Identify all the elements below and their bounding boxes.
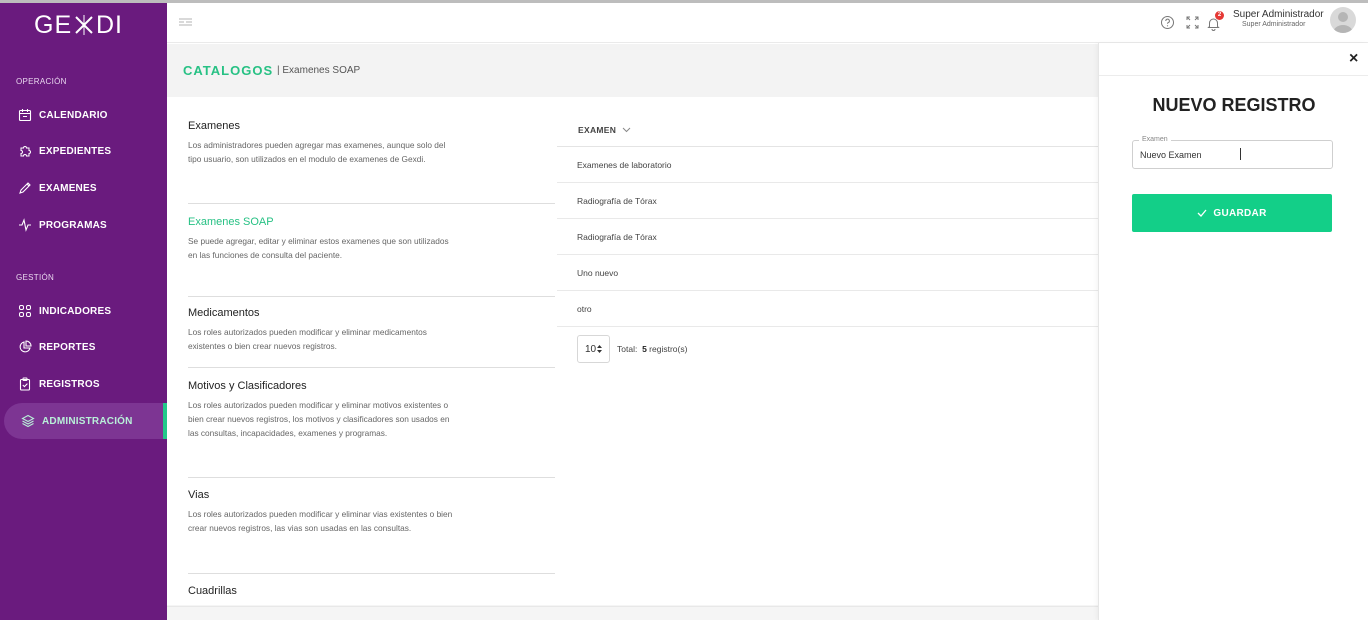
catalog-description: Los administradores pueden agregar mas e… bbox=[188, 140, 446, 164]
total-records: Total: 5 registro(s) bbox=[617, 344, 687, 354]
sidebar-item-calendario[interactable]: CALENDARIO bbox=[0, 97, 167, 133]
sidebar-item-label: REGISTROS bbox=[39, 378, 100, 390]
examen-input[interactable] bbox=[1140, 150, 1320, 160]
examen-field[interactable]: Examen bbox=[1132, 136, 1333, 169]
examen-field-label: Examen bbox=[1139, 136, 1171, 143]
table-row[interactable]: Uno nuevo bbox=[557, 255, 1098, 291]
catalog-item-examenes[interactable]: Examenes Los administradores pueden agre… bbox=[188, 97, 555, 204]
table-row[interactable]: Radiografía de Tórax bbox=[557, 219, 1098, 255]
chevron-down-icon bbox=[622, 127, 631, 133]
text-cursor bbox=[1240, 148, 1241, 160]
catalog-description: Los roles autorizados pueden modificar y… bbox=[188, 509, 453, 533]
avatar[interactable] bbox=[1330, 7, 1356, 33]
gexdi-logo-icon: GE DI bbox=[34, 11, 123, 39]
catalog-description: Los roles autorizados pueden modificar y… bbox=[188, 327, 427, 351]
clipboard-check-icon bbox=[19, 377, 31, 391]
table-row[interactable]: otro bbox=[557, 291, 1098, 327]
breadcrumb-current: | Examenes SOAP bbox=[277, 65, 361, 76]
sidebar-item-reportes[interactable]: REPORTES bbox=[0, 329, 167, 365]
table-row[interactable]: Examenes de laboratorio bbox=[557, 147, 1098, 183]
notification-badge: 2 bbox=[1215, 11, 1224, 20]
catalog-item-vias[interactable]: Vias Los roles autorizados pueden modifi… bbox=[188, 478, 555, 574]
save-button[interactable]: GUARDAR bbox=[1132, 194, 1332, 232]
new-record-drawer: × NUEVO REGISTRO Examen GUARDAR bbox=[1098, 43, 1368, 620]
user-name[interactable]: Super Administrador bbox=[1233, 9, 1324, 20]
user-avatar-icon bbox=[1333, 12, 1353, 33]
sidebar-item-examenes[interactable]: EXAMENES bbox=[0, 170, 167, 206]
column-header-examen[interactable]: EXAMEN bbox=[557, 114, 1098, 147]
page-size-value: 10 bbox=[584, 343, 597, 355]
catalog-title: Cuadrillas bbox=[188, 585, 237, 597]
page-size-select[interactable]: 10 bbox=[577, 335, 610, 363]
puzzle-icon bbox=[20, 146, 31, 157]
help-icon[interactable] bbox=[1160, 15, 1175, 30]
catalog-title: Motivos y Clasificadores bbox=[188, 380, 307, 392]
grid-icon bbox=[19, 305, 31, 317]
svg-text:DI: DI bbox=[96, 11, 123, 39]
catalog-item-medicamentos[interactable]: Medicamentos Los roles autorizados puede… bbox=[188, 297, 555, 368]
catalog-description: Se puede agregar, editar y eliminar esto… bbox=[188, 236, 449, 260]
catalog-item-examenes-soap[interactable]: Examenes SOAP Se puede agregar, editar y… bbox=[188, 204, 555, 297]
sidebar-item-label: REPORTES bbox=[39, 341, 96, 353]
breadcrumb-main[interactable]: CATALOGOS bbox=[183, 63, 273, 78]
fullscreen-icon[interactable] bbox=[1185, 15, 1200, 30]
main-content: CATALOGOS | Examenes SOAP Examenes Los a… bbox=[167, 44, 1098, 620]
bottom-strip bbox=[167, 606, 1098, 620]
calendar-icon bbox=[18, 109, 32, 122]
close-button[interactable]: × bbox=[1349, 51, 1358, 67]
total-label: Total: bbox=[617, 344, 638, 354]
sidebar: GE DI OPERACIÓN CALENDARIO EXPEDIENTES E… bbox=[0, 3, 167, 620]
check-icon bbox=[1197, 209, 1207, 217]
sort-arrows-icon bbox=[597, 345, 603, 353]
column-header-label: EXAMEN bbox=[578, 125, 617, 135]
pulse-icon bbox=[19, 218, 31, 232]
sidebar-item-registros[interactable]: REGISTROS bbox=[0, 366, 167, 402]
sidebar-item-label: EXPEDIENTES bbox=[39, 145, 112, 157]
section-title-operacion: OPERACIÓN bbox=[16, 77, 67, 86]
catalog-title: Vias bbox=[188, 489, 210, 501]
catalog-title: Examenes bbox=[188, 120, 240, 132]
sidebar-item-label: CALENDARIO bbox=[39, 109, 108, 121]
sidebar-item-label: EXAMENES bbox=[39, 182, 97, 194]
section-title-gestion: GESTIÓN bbox=[16, 273, 55, 282]
pie-chart-icon bbox=[19, 340, 32, 353]
pencil-ruler-icon bbox=[19, 182, 31, 194]
sidebar-item-label: INDICADORES bbox=[39, 305, 112, 317]
drawer-title: NUEVO REGISTRO bbox=[1152, 95, 1316, 115]
total-value: 5 bbox=[642, 344, 647, 354]
catalog-title: Medicamentos bbox=[188, 307, 260, 319]
table-row[interactable]: Radiografía de Tórax bbox=[557, 183, 1098, 219]
user-role: Super Administrador bbox=[1242, 21, 1306, 28]
catalog-list: Examenes Los administradores pueden agre… bbox=[188, 97, 555, 605]
catalog-item-cuadrillas[interactable]: Cuadrillas bbox=[188, 574, 555, 605]
catalog-title: Examenes SOAP bbox=[188, 216, 274, 228]
svg-text:GE: GE bbox=[34, 11, 72, 39]
drawer-divider bbox=[1099, 75, 1368, 76]
sidebar-item-programas[interactable]: PROGRAMAS bbox=[0, 207, 167, 243]
sidebar-item-label: PROGRAMAS bbox=[39, 219, 107, 231]
breadcrumb: CATALOGOS | Examenes SOAP bbox=[167, 44, 1098, 97]
app-logo[interactable]: GE DI bbox=[0, 9, 167, 46]
sidebar-item-administracion[interactable]: ADMINISTRACIÓN bbox=[4, 403, 167, 439]
catalog-description: Los roles autorizados pueden modificar y… bbox=[188, 400, 450, 438]
total-suffix: registro(s) bbox=[649, 344, 688, 354]
sidebar-item-expedientes[interactable]: EXPEDIENTES bbox=[0, 133, 167, 169]
save-button-label: GUARDAR bbox=[1213, 207, 1267, 219]
sidebar-item-indicadores[interactable]: INDICADORES bbox=[0, 293, 167, 329]
sidebar-item-label: ADMINISTRACIÓN bbox=[42, 415, 133, 427]
menu-toggle-icon[interactable] bbox=[179, 18, 192, 28]
catalog-panel: Examenes Los administradores pueden agre… bbox=[167, 97, 1098, 605]
layers-icon bbox=[21, 414, 35, 428]
catalog-item-motivos[interactable]: Motivos y Clasificadores Los roles autor… bbox=[188, 368, 555, 478]
